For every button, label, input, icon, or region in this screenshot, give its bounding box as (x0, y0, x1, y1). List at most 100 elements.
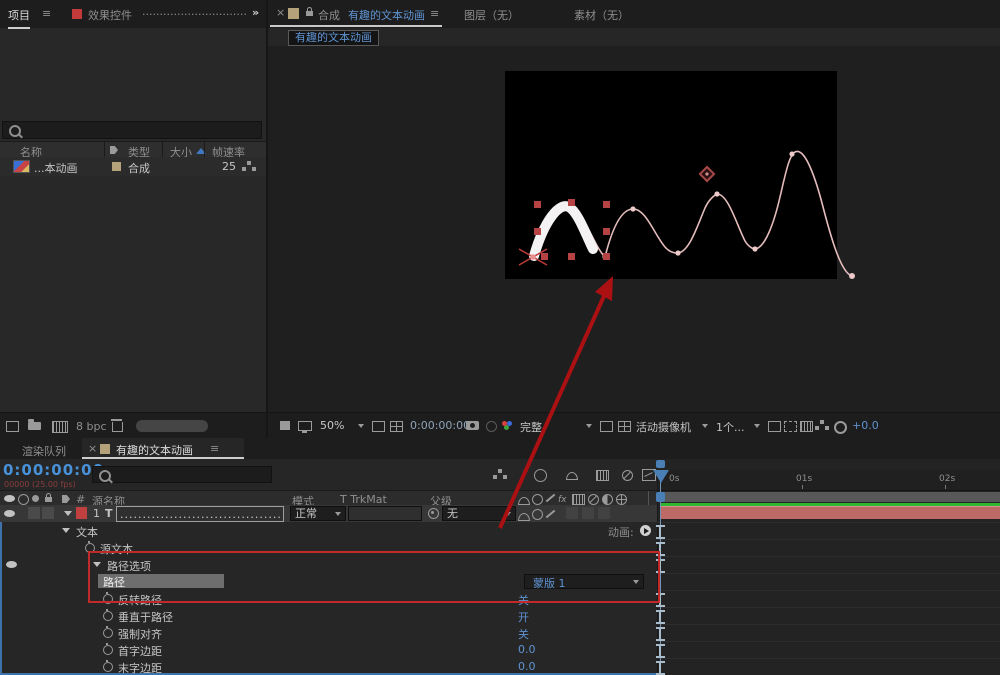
stopwatch-icon[interactable] (103, 611, 113, 621)
monitor-icon[interactable] (298, 421, 312, 431)
tab-comp-name[interactable]: 有趣的文本动画 (116, 442, 193, 458)
layer-switch-box[interactable] (582, 507, 594, 519)
timeline-search-field[interactable] (92, 466, 272, 483)
property-label[interactable]: 反转路径 (118, 592, 162, 608)
animate-menu-icon[interactable] (640, 525, 651, 536)
close-icon[interactable]: × (276, 6, 285, 19)
comp-tab-name[interactable]: 有趣的文本动画 (348, 7, 425, 23)
comp-viewer[interactable] (268, 46, 1000, 412)
motion-blur-icon[interactable] (622, 470, 633, 481)
item-label-swatch[interactable] (112, 162, 121, 171)
property-row-source-text[interactable]: 源文本 (0, 539, 657, 556)
chevron-down-icon[interactable] (754, 424, 760, 428)
property-row-last-margin[interactable]: 末字边距 0.0 (0, 658, 657, 675)
stopwatch-icon[interactable] (103, 628, 113, 638)
layer-duration-bar[interactable] (661, 506, 1000, 519)
chevron-down-icon[interactable] (358, 424, 364, 428)
path-label-highlight[interactable]: 路径 (98, 574, 224, 588)
interpret-footage-icon[interactable] (6, 421, 19, 432)
shutter-icon[interactable] (834, 421, 847, 434)
layer-quality-icon[interactable] (546, 510, 556, 519)
menu-icon[interactable]: ≡ (42, 7, 51, 20)
layers-panel-icon[interactable] (280, 421, 290, 430)
project-search-field[interactable] (2, 121, 262, 139)
trash-icon[interactable] (112, 422, 123, 432)
new-folder-icon[interactable] (28, 422, 41, 430)
new-composition-icon[interactable] (52, 421, 68, 433)
property-label[interactable]: 源文本 (100, 541, 133, 557)
menu-icon[interactable]: ≡ (430, 7, 439, 20)
roi-icon[interactable] (372, 421, 385, 432)
property-row-path-options[interactable]: 路径选项 (0, 556, 657, 573)
cti-playhead[interactable] (653, 470, 669, 483)
preview-timecode[interactable]: 0:00:00:00 (410, 419, 470, 432)
layer-collapse-icon[interactable] (532, 509, 543, 520)
layer-row[interactable]: 1 T ....................................… (0, 505, 657, 522)
layer-switch-box[interactable] (566, 507, 578, 519)
stopwatch-icon[interactable] (85, 543, 95, 553)
layer-video-eye-icon[interactable] (4, 510, 15, 517)
property-eye-icon[interactable] (6, 561, 17, 568)
project-item-row[interactable]: ...本动画 合成 25 (0, 157, 266, 176)
tab-layer[interactable]: 图层（无） (464, 7, 519, 23)
twirl-icon[interactable] (93, 562, 101, 567)
guides-icon[interactable] (768, 421, 781, 432)
property-label[interactable]: 首字边距 (118, 643, 162, 659)
comp-tab-prefix[interactable]: 合成 (318, 7, 340, 23)
view-count-dropdown[interactable]: 1个... (716, 419, 745, 435)
chevron-down-icon[interactable] (586, 424, 592, 428)
property-label[interactable]: 垂直于路径 (118, 609, 173, 625)
property-label[interactable]: 文本 (76, 524, 98, 540)
composition-mini-flowchart-icon[interactable] (498, 469, 502, 473)
property-row-first-margin[interactable]: 首字边距 0.0 (0, 641, 657, 658)
property-label[interactable]: 强制对齐 (118, 626, 162, 642)
track-area[interactable]: 0s 01s 02s (657, 459, 1000, 675)
resolution-dropdown[interactable]: 完整 (520, 419, 542, 435)
draft-3d-icon[interactable] (534, 469, 547, 482)
stopwatch-icon[interactable] (103, 645, 113, 655)
mini-flowchart-icon[interactable] (820, 420, 824, 424)
property-value[interactable]: 关 (518, 626, 529, 642)
layer-color-swatch[interactable] (76, 507, 87, 519)
scrollbar-thumb[interactable] (136, 420, 208, 432)
lock-icon[interactable] (306, 11, 313, 16)
mask-visibility-icon[interactable] (784, 421, 797, 432)
work-area-bar[interactable] (658, 492, 1000, 502)
zoom-level-dropdown[interactable]: 50% (320, 419, 344, 432)
property-value[interactable]: 关 (518, 592, 529, 608)
tab-render-queue[interactable]: 渲染队列 (22, 443, 66, 459)
stopwatch-icon[interactable] (103, 662, 113, 672)
frame-blending-icon[interactable] (596, 470, 609, 481)
property-row-path[interactable]: 路径 蒙版 1 (0, 573, 657, 590)
tab-comp-active[interactable]: × 有趣的文本动画 ≡ (82, 438, 244, 459)
property-value[interactable]: 开 (518, 609, 529, 625)
property-row-text[interactable]: 文本 动画: (0, 522, 657, 539)
hide-shy-layers-icon[interactable] (566, 472, 578, 480)
parent-dropdown[interactable]: 无 (442, 506, 516, 521)
chevron-down-icon[interactable] (702, 424, 708, 428)
stopwatch-icon[interactable] (103, 594, 113, 604)
pixel-aspect-icon[interactable] (618, 421, 631, 432)
parent-pickwhip-icon[interactable] (428, 508, 439, 519)
region-of-interest-icon[interactable] (600, 421, 613, 432)
property-label[interactable]: 末字边距 (118, 660, 162, 675)
property-label[interactable]: 路径选项 (107, 558, 151, 574)
bit-depth-label[interactable]: 8 bpc (76, 420, 107, 433)
item-name[interactable]: ...本动画 (34, 160, 78, 176)
blend-mode-dropdown[interactable]: 正常 (290, 506, 346, 521)
tab-effect-controls[interactable]: 效果控件 (88, 7, 132, 23)
current-timecode[interactable]: 0:00:00:00 (3, 461, 104, 479)
tag-icon[interactable] (110, 146, 118, 154)
property-value[interactable]: 0.0 (518, 660, 536, 673)
twirl-icon[interactable] (62, 528, 70, 533)
flowchart-icon[interactable] (247, 161, 251, 165)
tab-project[interactable]: 项目 (8, 7, 30, 29)
channels-icon[interactable] (502, 421, 507, 426)
comp-breadcrumb[interactable]: 有趣的文本动画 (288, 30, 379, 46)
path-mask-dropdown[interactable]: 蒙版 1 (524, 574, 644, 589)
menu-icon[interactable]: ≡ (210, 442, 219, 455)
trkmat-box[interactable] (348, 506, 422, 521)
work-area-start-handle[interactable] (656, 460, 665, 468)
layer-switch-box[interactable] (28, 507, 40, 519)
layer-name-field[interactable]: ........................................… (116, 506, 284, 522)
